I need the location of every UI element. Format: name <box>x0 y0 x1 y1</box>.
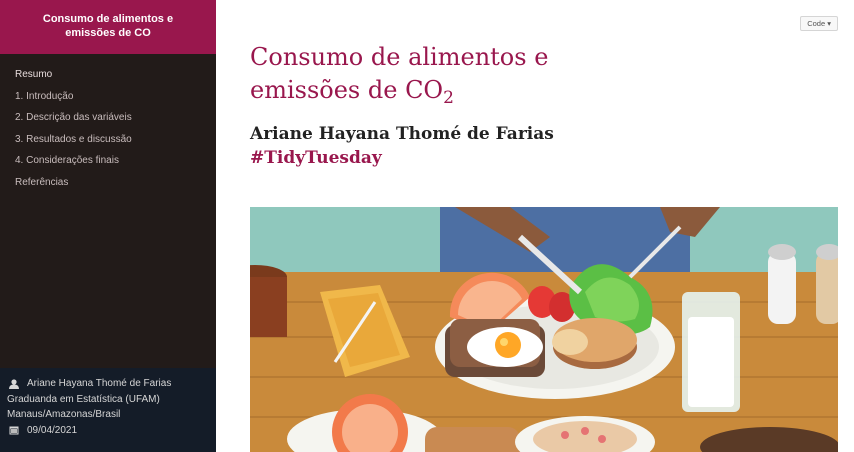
title-line1: Consumo de alimentos e <box>250 43 549 71</box>
tidytuesday-tag: #TidyTuesday <box>250 148 382 168</box>
page-title: Consumo de alimentos e emissões de CO2 <box>250 41 710 110</box>
toc-item-consideracoes[interactable]: 4. Considerações finais <box>0 153 216 175</box>
toc-item-descricao[interactable]: 2. Descrição das variáveis <box>0 110 216 132</box>
location-row: Manaus/Amazonas/Brasil <box>7 407 216 423</box>
title-subscript: 2 <box>443 88 454 108</box>
code-dropdown-button[interactable]: Code ▾ <box>800 16 838 31</box>
person-icon <box>7 379 21 389</box>
toc-item-introducao[interactable]: 1. Introdução <box>0 89 216 111</box>
date-row: 09/04/2021 <box>7 423 216 439</box>
sidebar-title-line2: emissões de CO <box>65 27 151 39</box>
degree-row: Graduanda em Estatística (UFAM) <box>7 392 216 408</box>
toc-item-resumo[interactable]: Resumo <box>0 67 216 89</box>
caret-down-icon: ▾ <box>827 19 831 28</box>
author-name: Ariane Hayana Thomé de Farias <box>250 124 554 144</box>
sidebar: Consumo de alimentos e emissões de CO Re… <box>0 0 216 452</box>
table-of-contents: Resumo 1. Introdução 2. Descrição das va… <box>0 54 216 196</box>
sidebar-title-line1: Consumo de alimentos e <box>42 13 174 25</box>
author-name-sidebar: Ariane Hayana Thomé de Farias <box>27 378 172 389</box>
calendar-icon <box>7 425 21 435</box>
code-button-label: Code <box>807 19 826 28</box>
sidebar-title: Consumo de alimentos e emissões de CO <box>0 0 216 54</box>
author-location: Manaus/Amazonas/Brasil <box>7 409 121 420</box>
toc-item-referencias[interactable]: Referências <box>0 175 216 197</box>
author-info-box: Ariane Hayana Thomé de Farias Graduanda … <box>0 368 216 452</box>
main-content: Code ▾ Consumo de alimentos e emissões d… <box>216 0 854 452</box>
author-row: Ariane Hayana Thomé de Farias <box>7 376 216 392</box>
toc-item-resultados[interactable]: 3. Resultados e discussão <box>0 132 216 154</box>
publish-date: 09/04/2021 <box>27 424 78 436</box>
food-table-illustration <box>250 207 838 452</box>
author-degree: Graduanda em Estatística (UFAM) <box>7 393 160 405</box>
title-line2: emissões de CO <box>250 76 444 104</box>
